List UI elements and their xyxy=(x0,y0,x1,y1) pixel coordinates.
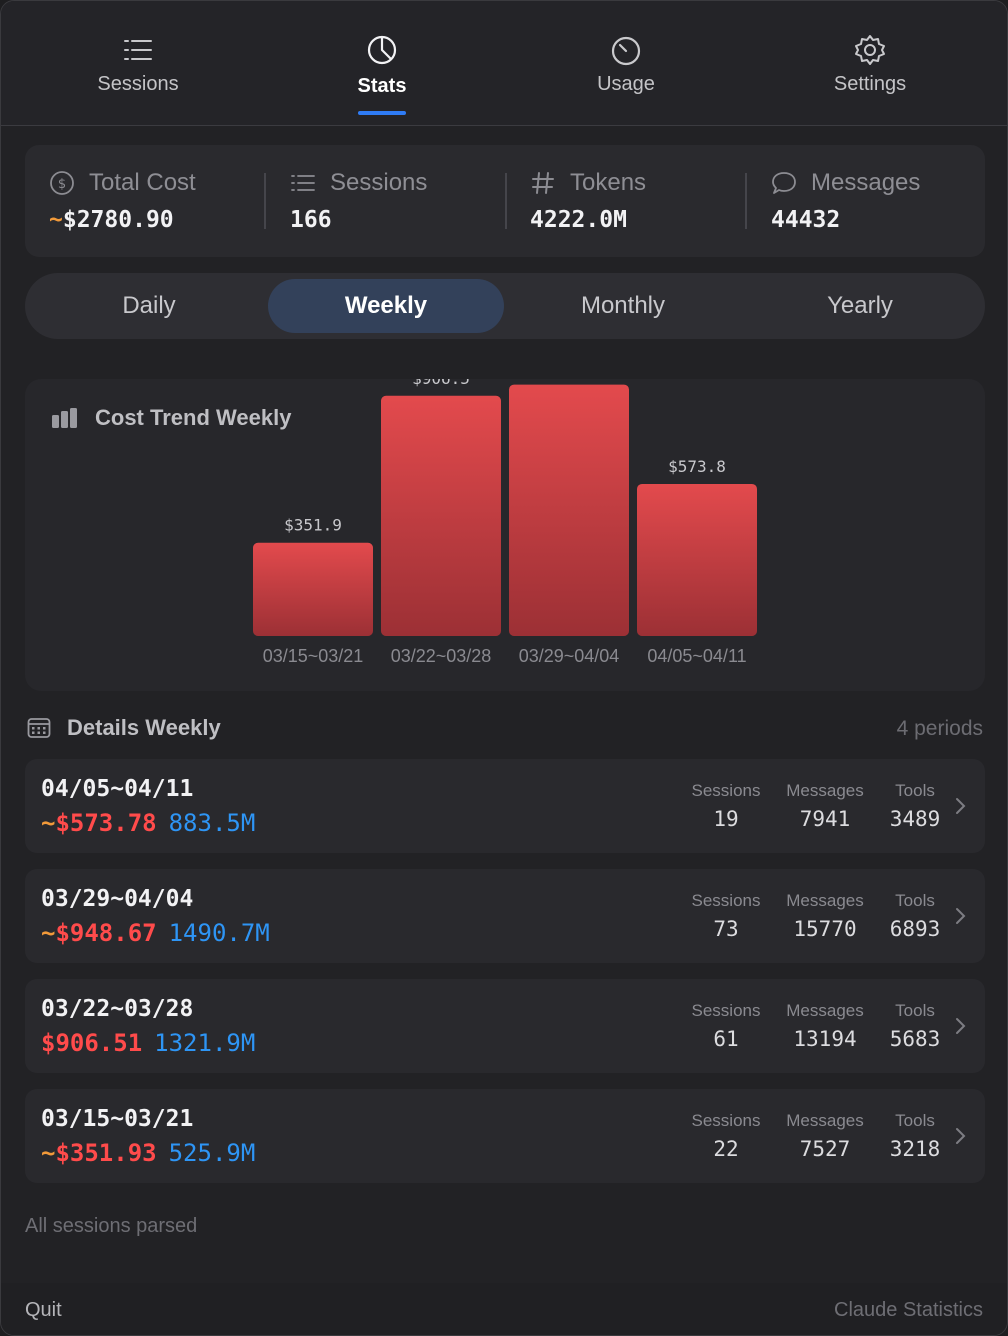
x-tick-label: 03/29~04/04 xyxy=(519,646,620,666)
chart-bar xyxy=(509,384,629,636)
row-period: 03/15~03/21 xyxy=(41,1106,194,1132)
row-tokens: 525.9M xyxy=(168,1139,256,1167)
parse-status: All sessions parsed xyxy=(25,1215,198,1237)
list-icon xyxy=(124,40,152,60)
tab-label: Sessions xyxy=(97,73,179,95)
period-row[interactable]: 03/15~03/21 ~$351.93 525.9M Sessions 22 Me… xyxy=(25,1089,985,1183)
stat-total-cost: $ Total Cost ~$2780.90 xyxy=(49,145,269,257)
period-selector: Daily Weekly Monthly Yearly xyxy=(25,273,985,339)
stat-label: Total Cost xyxy=(89,169,196,196)
period-row[interactable]: 03/22~03/28 $906.51 1321.9M Sessions 61 Me… xyxy=(25,979,985,1073)
tab-bar: Sessions Stats Usage Settings xyxy=(1,1,1007,126)
summary-card: $ Total Cost ~$2780.90 Sessions 166 Toke… xyxy=(25,145,985,257)
x-tick-label: 04/05~04/11 xyxy=(647,646,746,666)
row-tokens: 883.5M xyxy=(168,809,256,837)
row-tokens: 1321.9M xyxy=(154,1029,256,1057)
row-messages: Messages 13194 xyxy=(786,1001,864,1051)
chart-bar xyxy=(381,395,501,636)
stat-label: Messages xyxy=(811,169,921,196)
gauge-icon xyxy=(611,36,641,66)
stat-value: 44432 xyxy=(771,207,841,233)
stat-value: 4222.0M xyxy=(530,207,627,233)
row-sessions: Sessions 61 xyxy=(691,1001,761,1051)
list-icon xyxy=(291,175,315,191)
details-title: Details Weekly xyxy=(67,715,221,740)
row-cost: ~$573.78 xyxy=(41,809,157,837)
period-row[interactable]: 04/05~04/11 ~$573.78 883.5M Sessions 19 Me… xyxy=(25,759,985,853)
cost-trend-chart-card: $351.903/15~03/21$906.503/22~03/28$948.7… xyxy=(25,379,985,691)
tab-label: Settings xyxy=(833,73,907,95)
dollar-circle-icon: $ xyxy=(50,171,74,195)
stat-tokens: Tokens 4222.0M xyxy=(530,145,750,257)
row-period: 03/29~04/04 xyxy=(41,886,194,912)
pie-chart-icon xyxy=(367,35,397,65)
row-cost: $906.51 xyxy=(41,1029,143,1057)
row-messages: Messages 7527 xyxy=(786,1111,864,1161)
svg-text:$: $ xyxy=(58,177,66,192)
chevron-right-icon xyxy=(956,798,966,814)
chevron-right-icon xyxy=(956,1018,966,1034)
tab-sessions[interactable]: Sessions xyxy=(16,1,260,125)
app-window: Sessions Stats Usage Settings $ Total Co… xyxy=(0,0,1008,1336)
period-weekly[interactable]: Weekly xyxy=(268,279,504,333)
bar-chart-icon xyxy=(52,408,77,428)
period-count: 4 periods xyxy=(896,717,983,740)
divider xyxy=(264,173,266,229)
period-row[interactable]: 03/29~04/04 ~$948.67 1490.7M Sessions 73 M… xyxy=(25,869,985,963)
row-tools: Tools 3489 xyxy=(889,781,941,831)
stat-sessions: Sessions 166 xyxy=(290,145,510,257)
calendar-icon xyxy=(27,718,51,738)
chart-title: Cost Trend Weekly xyxy=(95,405,292,430)
stat-label: Sessions xyxy=(330,169,428,196)
row-tools: Tools 5683 xyxy=(889,1001,941,1051)
tab-label: Usage xyxy=(597,73,655,95)
approx-prefix: ~ xyxy=(41,809,56,837)
row-sessions: Sessions 19 xyxy=(691,781,761,831)
bar-value-label: $906.5 xyxy=(412,379,470,388)
row-tools: Tools 6893 xyxy=(889,891,941,941)
row-sessions: Sessions 22 xyxy=(691,1111,761,1161)
period-yearly[interactable]: Yearly xyxy=(742,279,978,333)
hash-icon xyxy=(532,172,554,194)
stat-label: Tokens xyxy=(570,169,647,196)
tab-label: Stats xyxy=(357,75,407,97)
chart-bar xyxy=(637,483,757,636)
approx-prefix: ~ xyxy=(41,919,56,947)
row-period: 03/22~03/28 xyxy=(41,996,194,1022)
row-messages: Messages 7941 xyxy=(786,781,864,831)
period-monthly[interactable]: Monthly xyxy=(505,279,741,333)
bar-value-label: $351.9 xyxy=(284,516,342,535)
stat-messages: Messages 44432 xyxy=(771,145,971,257)
approx-prefix: ~ xyxy=(49,207,63,233)
tab-usage[interactable]: Usage xyxy=(504,1,748,125)
row-cost: ~$948.67 xyxy=(41,919,157,947)
row-period: 04/05~04/11 xyxy=(41,776,194,802)
tab-settings[interactable]: Settings xyxy=(748,1,992,125)
divider xyxy=(505,173,507,229)
chart-bar xyxy=(253,542,373,636)
chevron-right-icon xyxy=(956,908,966,924)
app-name: Claude Statistics xyxy=(834,1299,983,1321)
stat-value: 166 xyxy=(290,207,332,233)
speech-bubble-icon xyxy=(772,172,796,194)
gear-icon xyxy=(855,35,885,65)
stat-value: $2780.90 xyxy=(62,207,174,233)
quit-button[interactable]: Quit xyxy=(25,1299,62,1322)
approx-prefix: ~ xyxy=(41,1139,56,1167)
row-tools: Tools 3218 xyxy=(889,1111,941,1161)
divider xyxy=(745,173,747,229)
active-tab-indicator xyxy=(358,111,406,115)
chevron-right-icon xyxy=(956,1128,966,1144)
row-sessions: Sessions 73 xyxy=(691,891,761,941)
x-tick-label: 03/15~03/21 xyxy=(263,646,364,666)
x-tick-label: 03/22~03/28 xyxy=(391,646,492,666)
row-messages: Messages 15770 xyxy=(786,891,864,941)
details-header: Details Weekly xyxy=(27,715,221,745)
bar-value-label: $573.8 xyxy=(668,457,726,476)
tab-stats[interactable]: Stats xyxy=(260,1,504,125)
row-cost: ~$351.93 xyxy=(41,1139,157,1167)
period-daily[interactable]: Daily xyxy=(31,279,267,333)
row-tokens: 1490.7M xyxy=(168,919,270,947)
